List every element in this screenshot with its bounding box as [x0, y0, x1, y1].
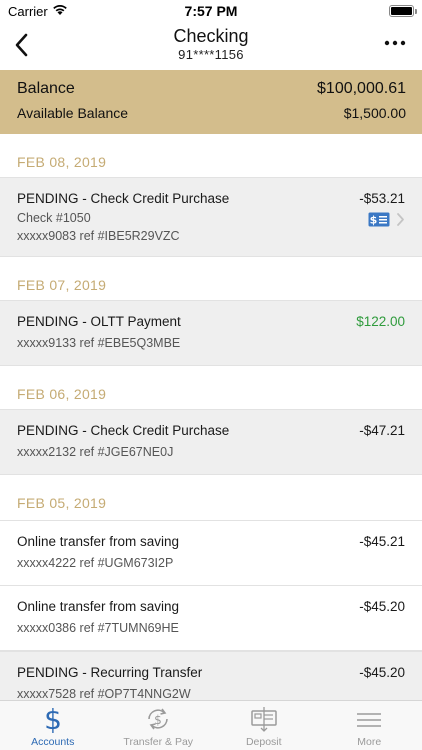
- ellipsis-icon[interactable]: [384, 35, 406, 51]
- available-balance-value: $1,500.00: [343, 105, 406, 121]
- tab-accounts[interactable]: $ Accounts: [0, 701, 106, 750]
- date-header-label: FEB 05, 2019: [17, 495, 107, 511]
- tab-label: More: [357, 736, 382, 748]
- date-header: FEB 05, 2019: [0, 475, 422, 518]
- tab-more[interactable]: More: [317, 701, 422, 750]
- transaction-amount: -$45.20: [359, 665, 405, 680]
- transaction-description: PENDING - Check Credit Purchase: [17, 191, 230, 206]
- tab-label: Accounts: [31, 736, 75, 748]
- date-header: FEB 08, 2019: [0, 134, 422, 177]
- check-image-icon[interactable]: $: [368, 212, 390, 227]
- date-header-label: FEB 08, 2019: [17, 154, 107, 170]
- tab-deposit[interactable]: Deposit: [211, 701, 317, 750]
- hamburger-menu-icon: [357, 713, 382, 727]
- svg-text:$: $: [44, 705, 62, 733]
- date-header: FEB 07, 2019: [0, 257, 422, 300]
- transaction-description: Online transfer from saving: [17, 534, 180, 549]
- transaction-list[interactable]: FEB 08, 2019 PENDING - Check Credit Purc…: [0, 134, 422, 700]
- dollar-icon: $: [44, 705, 62, 733]
- transaction-amount: -$53.21: [359, 191, 405, 206]
- check-number: Check #1050: [17, 211, 91, 225]
- transaction-description: PENDING - Check Credit Purchase: [17, 423, 230, 438]
- transaction-reference: xxxxx7528 ref #OP7T4NNG2W: [17, 687, 191, 700]
- check-deposit-icon: [251, 707, 277, 732]
- transaction-row[interactable]: Online transfer from saving xxxxx0386 re…: [0, 585, 422, 651]
- transaction-description: PENDING - OLTT Payment: [17, 314, 181, 329]
- svg-text:$: $: [154, 713, 162, 727]
- transaction-reference: xxxxx2132 ref #JGE67NE0J: [17, 445, 174, 459]
- transaction-description: Online transfer from saving: [17, 599, 180, 614]
- transaction-row[interactable]: PENDING - OLTT Payment xxxxx9133 ref #EB…: [0, 300, 422, 366]
- transfer-dollar-icon: $: [148, 708, 169, 730]
- transaction-row[interactable]: PENDING - Check Credit Purchase Check #1…: [0, 177, 422, 257]
- transaction-row[interactable]: Online transfer from saving xxxxx4222 re…: [0, 520, 422, 586]
- transaction-reference: xxxxx9133 ref #EBE5Q3MBE: [17, 336, 181, 350]
- status-bar: Carrier 7:57 PM: [0, 0, 422, 22]
- tab-label: Transfer & Pay: [123, 736, 194, 748]
- chevron-right-icon: [397, 213, 404, 226]
- transaction-reference: xxxxx0386 ref #7TUMN69HE: [17, 621, 179, 635]
- date-header: FEB 06, 2019: [0, 366, 422, 409]
- nav-bar: Checking 91****1156: [0, 22, 422, 70]
- balance-panel: Balance $100,000.61 Available Balance $1…: [0, 70, 422, 134]
- page-title: Checking: [173, 26, 249, 46]
- account-number: 91****1156: [178, 47, 244, 62]
- clock-label: 7:57 PM: [184, 3, 238, 19]
- transaction-amount: $122.00: [356, 314, 405, 329]
- available-balance-label: Available Balance: [17, 105, 129, 121]
- balance-label: Balance: [17, 80, 75, 97]
- transaction-row[interactable]: PENDING - Recurring Transfer xxxxx7528 r…: [0, 651, 422, 700]
- transaction-amount: -$45.20: [359, 599, 405, 614]
- transaction-amount: -$47.21: [359, 423, 405, 438]
- date-header-label: FEB 06, 2019: [17, 386, 107, 402]
- balance-value: $100,000.61: [317, 80, 406, 97]
- battery-icon: [389, 5, 417, 17]
- transaction-reference: xxxxx4222 ref #UGM673I2P: [17, 556, 174, 570]
- transaction-amount: -$45.21: [359, 534, 405, 549]
- tab-transfer-pay[interactable]: $ Transfer & Pay: [106, 701, 212, 750]
- date-header-label: FEB 07, 2019: [17, 277, 107, 293]
- svg-text:$: $: [370, 214, 378, 227]
- transaction-reference: xxxxx9083 ref #IBE5R29VZC: [17, 229, 180, 243]
- transaction-description: PENDING - Recurring Transfer: [17, 665, 203, 680]
- transaction-row[interactable]: PENDING - Check Credit Purchase xxxxx213…: [0, 409, 422, 475]
- tab-label: Deposit: [245, 736, 282, 748]
- tab-bar: $ Accounts $ Transfer & Pay Deposit More: [0, 700, 422, 750]
